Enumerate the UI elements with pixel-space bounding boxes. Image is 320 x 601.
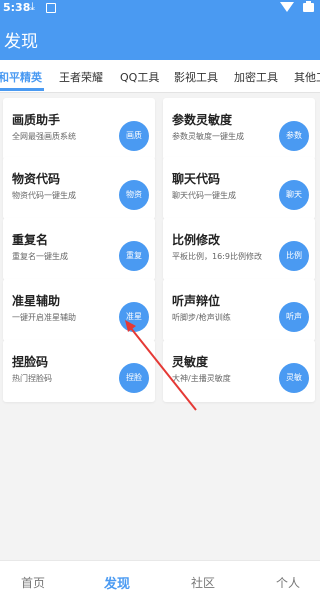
- tab-video-tools[interactable]: 影视工具: [174, 69, 218, 85]
- card-title: 准星辅助: [12, 294, 61, 308]
- chat-button[interactable]: 聊天: [279, 180, 309, 210]
- card-subtitle: 物资代码一键生成: [12, 191, 76, 200]
- params-button[interactable]: 参数: [279, 121, 309, 151]
- card-title: 画质助手: [12, 113, 61, 127]
- card-subtitle: 聊天代码一键生成: [172, 191, 236, 200]
- tab-qq-tools[interactable]: QQ工具: [120, 69, 159, 85]
- card-subtitle: 重复名一键生成: [12, 252, 68, 261]
- status-time: 5:38: [3, 1, 31, 14]
- sensitivity-button[interactable]: 灵敏: [279, 363, 309, 393]
- nav-profile[interactable]: 个人: [276, 574, 300, 591]
- tab-encryption-tools[interactable]: 加密工具: [234, 69, 278, 85]
- wifi-icon: [280, 2, 294, 12]
- battery-icon: [303, 1, 314, 12]
- card-title: 聊天代码: [172, 172, 221, 186]
- card-title: 比例修改: [172, 233, 221, 247]
- card-subtitle: 热门捏脸码: [12, 374, 52, 383]
- quality-button[interactable]: 画质: [119, 121, 149, 151]
- app-bar: 发现: [0, 16, 320, 60]
- duplicate-button[interactable]: 重复: [119, 241, 149, 271]
- supply-button[interactable]: 物资: [119, 180, 149, 210]
- card-title: 听声辩位: [172, 294, 221, 308]
- card-title: 重复名: [12, 233, 49, 247]
- card-subtitle: 全网最强画质系统: [12, 132, 76, 141]
- card-subtitle: 一键开启准星辅助: [12, 313, 76, 322]
- card-crosshair-helper[interactable]: 准星辅助 一键开启准星辅助 准星: [3, 279, 155, 341]
- download-icon: ⤓: [30, 0, 35, 13]
- nav-discover[interactable]: 发现: [104, 573, 130, 592]
- ratio-button[interactable]: 比例: [279, 241, 309, 271]
- card-quality-helper[interactable]: 画质助手 全网最强画质系统 画质: [3, 98, 155, 160]
- nav-community[interactable]: 社区: [191, 574, 215, 591]
- face-button[interactable]: 捏脸: [119, 363, 149, 393]
- status-bar: 5:38 ⤓: [0, 0, 320, 16]
- card-title: 灵敏度: [172, 355, 209, 369]
- card-title: 捏脸码: [12, 355, 49, 369]
- page-title: 发现: [4, 32, 38, 52]
- tab-wangzhe-rongyao[interactable]: 王者荣耀: [59, 69, 103, 85]
- card-subtitle: 听脚步/枪声训练: [172, 313, 231, 322]
- card-sensitivity-params[interactable]: 参数灵敏度 参数灵敏度一键生成 参数: [163, 98, 315, 160]
- crosshair-button[interactable]: 准星: [119, 302, 149, 332]
- card-title: 物资代码: [12, 172, 61, 186]
- card-subtitle: 参数灵敏度一键生成: [172, 132, 244, 141]
- sound-button[interactable]: 听声: [279, 302, 309, 332]
- tab-other-tools[interactable]: 其他工: [294, 69, 320, 85]
- nav-home[interactable]: 首页: [21, 574, 45, 591]
- notification-app-icon: [46, 3, 56, 13]
- card-ratio-modify[interactable]: 比例修改 平板比例，16:9比例修改 比例: [163, 218, 315, 280]
- card-sound-locate[interactable]: 听声辩位 听脚步/枪声训练 听声: [163, 279, 315, 341]
- tab-heping-jingying[interactable]: 和平精英: [0, 69, 42, 85]
- card-subtitle: 大神/主播灵敏度: [172, 374, 231, 383]
- card-subtitle: 平板比例，16:9比例修改: [172, 252, 262, 261]
- card-title: 参数灵敏度: [172, 113, 233, 127]
- card-chat-code[interactable]: 聊天代码 聊天代码一键生成 聊天: [163, 157, 315, 219]
- category-tab-bar: 和平精英 王者荣耀 QQ工具 影视工具 加密工具 其他工: [0, 60, 320, 93]
- card-face-code[interactable]: 捏脸码 热门捏脸码 捏脸: [3, 340, 155, 402]
- card-duplicate-name[interactable]: 重复名 重复名一键生成 重复: [3, 218, 155, 280]
- bottom-navigation: 首页 发现 社区 个人: [0, 560, 320, 601]
- card-sensitivity[interactable]: 灵敏度 大神/主播灵敏度 灵敏: [163, 340, 315, 402]
- card-supply-code[interactable]: 物资代码 物资代码一键生成 物资: [3, 157, 155, 219]
- active-tab-indicator: [0, 88, 44, 91]
